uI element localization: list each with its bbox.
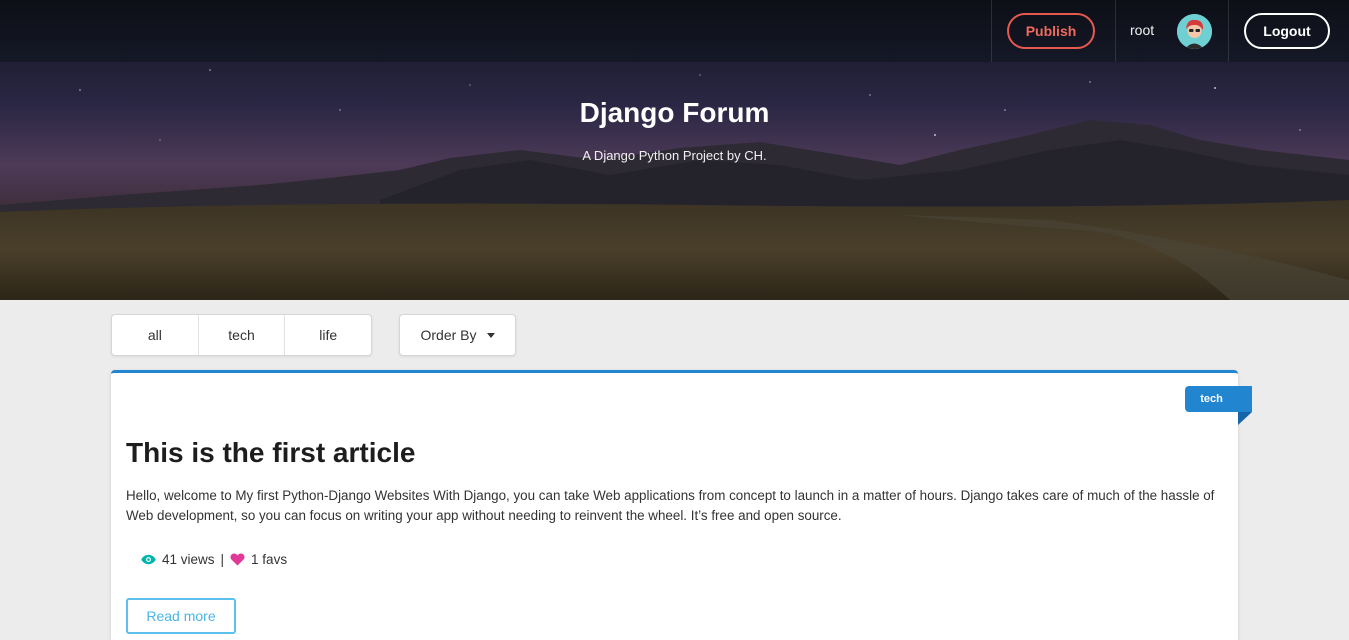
caret-down-icon	[486, 332, 495, 338]
filter-tab-all[interactable]: all	[112, 315, 199, 355]
filter-tab-tech[interactable]: tech	[199, 315, 286, 355]
order-by-label: Order By	[420, 327, 477, 343]
nav-divider	[1115, 0, 1116, 62]
read-more-button[interactable]: Read more	[126, 598, 236, 634]
publish-button[interactable]: Publish	[1007, 13, 1095, 49]
nav-divider	[1228, 0, 1229, 62]
article-stats: 41 views | 1 favs	[141, 552, 287, 567]
user-avatar[interactable]	[1177, 14, 1212, 49]
filter-tab-life[interactable]: life	[285, 315, 371, 355]
category-filter: all tech life	[111, 314, 372, 356]
article-excerpt: Hello, welcome to My first Python-Django…	[126, 488, 1215, 523]
nav-divider	[991, 0, 992, 62]
stats-divider: |	[220, 552, 225, 567]
top-navbar: Publish root Logout	[0, 0, 1349, 62]
site-subtitle: A Django Python Project by CH.	[582, 148, 767, 163]
username-label[interactable]: root	[1130, 22, 1154, 38]
logout-button[interactable]: Logout	[1244, 13, 1330, 49]
site-title: Django Forum	[579, 97, 770, 128]
avatar-icon	[1177, 14, 1212, 49]
article-title[interactable]: This is the first article	[126, 437, 415, 469]
category-ribbon[interactable]: tech	[1185, 386, 1252, 412]
views-count: 41 views	[162, 552, 215, 567]
favs-count: 1 favs	[251, 552, 288, 567]
eye-icon	[141, 554, 156, 565]
heart-icon[interactable]	[230, 553, 245, 566]
order-by-dropdown[interactable]: Order By	[399, 314, 516, 356]
ribbon-fold	[1238, 412, 1252, 425]
